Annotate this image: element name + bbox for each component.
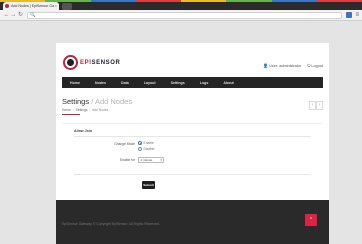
accent-segment: [135, 0, 181, 2]
browser-tab-active[interactable]: Add Nodes | EpiSensor Ga... ×: [3, 2, 59, 10]
footer-copyright: EpiSensor Gateway © Copyright EpiSensor.…: [62, 222, 160, 226]
section-divider: [74, 136, 311, 137]
page-footer: EpiSensor Gateway © Copyright EpiSensor.…: [56, 200, 329, 244]
main-navbar: Home Nodes Data Layout Settings Logs Abo…: [62, 77, 323, 88]
reload-button[interactable]: ↻: [17, 12, 24, 18]
breadcrumb-underline: [62, 114, 80, 115]
divider: [62, 123, 323, 124]
nav-item-layout[interactable]: Layout: [144, 81, 156, 85]
page-title-main: Settings: [62, 97, 90, 106]
logo-wordmark: EPISENSOR: [80, 60, 120, 66]
browser-menu-icon[interactable]: ≡: [355, 12, 359, 18]
submit-button[interactable]: Submit: [142, 181, 155, 189]
logout-link[interactable]: ⏻ Logout: [307, 63, 323, 68]
page-pager: ‹ ›: [309, 101, 323, 110]
user-bar: 👤 User: administrator ⏻ Logout: [263, 63, 323, 68]
nav-item-home[interactable]: Home: [70, 81, 80, 85]
page-title-sub: / Add Nodes: [91, 97, 133, 106]
accent-segment: [226, 0, 272, 2]
nav-item-about[interactable]: About: [223, 81, 233, 85]
breadcrumb: Home / Settings / Add Nodes: [62, 108, 108, 112]
nav-item-logs[interactable]: Logs: [200, 81, 209, 85]
section-title: Allow Join: [74, 129, 92, 133]
breadcrumb-separator: /: [72, 108, 74, 112]
nav-item-nodes[interactable]: Nodes: [95, 81, 106, 85]
radio-enable[interactable]: Enable: [138, 141, 154, 145]
logout-label: Logout: [311, 63, 323, 68]
accent-segment: [271, 0, 317, 2]
new-tab-button[interactable]: [62, 3, 72, 10]
nav-item-data[interactable]: Data: [121, 81, 129, 85]
next-page-button[interactable]: ›: [316, 101, 323, 110]
logo-mark-dot: [67, 59, 74, 66]
page-title: Settings / Add Nodes: [62, 97, 132, 106]
chevron-down-icon: ▾: [160, 157, 162, 162]
episensor-logo[interactable]: EPISENSOR: [63, 55, 120, 70]
browser-toolbar: ← → ↻ 🔍 ≡: [0, 10, 362, 21]
enable-for-label: Enable for: [119, 158, 135, 162]
logo-mark-icon: [63, 55, 78, 70]
close-tab-icon[interactable]: ×: [55, 4, 57, 8]
logo-sensor: SENSOR: [91, 59, 121, 66]
radio-enable-label: Enable: [143, 141, 154, 145]
favicon-icon: [5, 4, 9, 8]
forward-button[interactable]: →: [10, 12, 17, 18]
breadcrumb-home[interactable]: Home: [62, 108, 71, 112]
prev-page-button[interactable]: ‹: [309, 101, 316, 110]
tab-title: Add Nodes | EpiSensor Ga...: [11, 4, 54, 8]
radio-disable-control[interactable]: [138, 147, 142, 151]
logo-epi: EPI: [80, 59, 92, 66]
breadcrumb-settings[interactable]: Settings: [76, 108, 88, 112]
form-divider: [74, 174, 311, 175]
browser-tabstrip: Add Nodes | EpiSensor Ga... ×: [0, 0, 362, 10]
radio-disable[interactable]: Disable: [138, 147, 155, 151]
accent-segment: [90, 0, 136, 2]
accent-segment: [316, 0, 362, 2]
breadcrumb-separator: /: [89, 108, 91, 112]
extension-icon[interactable]: [346, 12, 353, 18]
user-label[interactable]: User: administrator: [269, 64, 301, 68]
breadcrumb-current: Add Nodes: [92, 108, 109, 112]
accent-segment: [181, 0, 227, 2]
radio-disable-label: Disable: [143, 147, 155, 151]
change-mode-label: Change Mode: [114, 142, 135, 146]
address-bar[interactable]: 🔍: [27, 11, 343, 19]
back-to-top-button[interactable]: ^: [305, 214, 317, 226]
user-icon: 👤: [263, 63, 269, 68]
radio-enable-control[interactable]: [138, 141, 142, 145]
nav-item-settings[interactable]: Settings: [171, 81, 185, 85]
enable-for-value: 1 minute: [140, 158, 153, 162]
enable-for-select[interactable]: 1 minute ▾: [138, 157, 164, 163]
web-page: EPISENSOR 👤 User: administrator ⏻ Logout…: [56, 43, 329, 244]
search-icon: 🔍: [30, 12, 36, 17]
back-button[interactable]: ←: [3, 12, 10, 18]
power-icon: ⏻: [307, 63, 311, 68]
